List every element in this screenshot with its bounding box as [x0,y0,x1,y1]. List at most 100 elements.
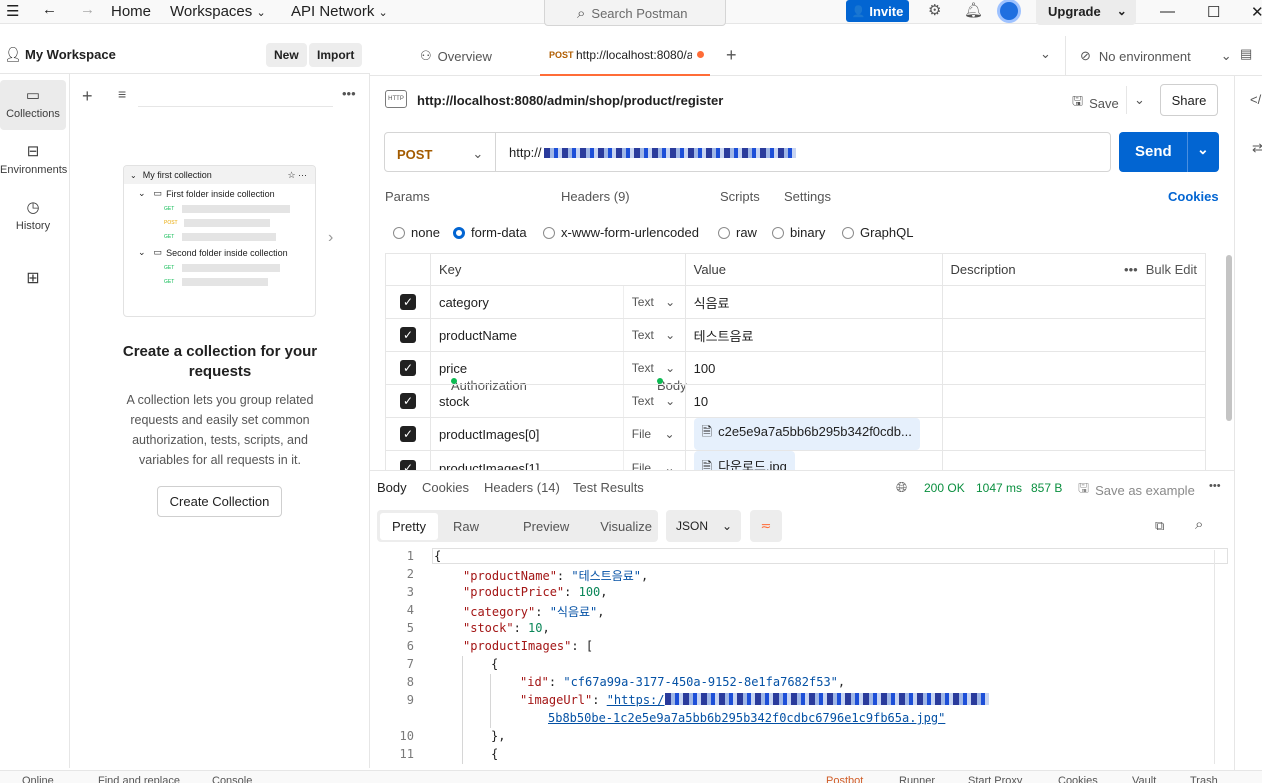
tab-params[interactable]: Params [385,189,430,204]
back-arrow-icon[interactable]: ← [42,1,57,18]
row-value[interactable]: 식음료 [684,285,943,319]
row-checkbox[interactable]: ✓ [399,294,416,310]
row-description[interactable] [941,285,1207,319]
row-type-select[interactable]: Text ⌄ [622,318,686,352]
tab-post-request[interactable]: POST http://localhost:8080/a [540,36,710,76]
avatar[interactable] [997,0,1021,23]
import-button[interactable]: Import [309,43,363,67]
row-key[interactable]: productImages[1] [429,450,624,470]
search-icon[interactable]: ⌕ [1195,516,1203,533]
chevron-down-icon[interactable]: ⌄ [1197,141,1209,158]
upgrade-button[interactable]: Upgrade ⌄ [1036,0,1136,25]
json-url[interactable]: "https:/ [607,693,665,707]
more-options-icon[interactable]: ••• [342,86,356,101]
row-type-select[interactable]: Text ⌄ [622,285,686,319]
radio-binary[interactable]: binary [772,225,825,240]
minimize-icon[interactable]: — [1160,3,1175,20]
row-value[interactable]: 100 [684,351,943,385]
start-proxy-button[interactable]: Start Proxy [968,775,1022,783]
view-preview[interactable]: Preview [523,519,569,534]
row-description[interactable] [941,384,1207,418]
row-value[interactable]: 테스트음료 [684,318,943,352]
chevron-down-icon[interactable]: ⌄ [1117,4,1127,18]
response-body-code[interactable]: 1 2 3 4 5 6 7 8 9 10 11 { "productName":… [370,546,1228,768]
configure-sidebar-icon[interactable]: ⊞ [0,268,66,288]
row-checkbox[interactable]: ✓ [399,393,416,409]
url-input[interactable]: http:// [509,145,796,160]
row-description[interactable] [941,450,1207,470]
format-select[interactable]: JSON ⌄ [666,510,741,542]
save-button[interactable]: 🖫 Save [1072,92,1119,114]
row-checkbox[interactable]: ✓ [399,426,416,442]
code-icon[interactable]: </ [1250,92,1261,107]
row-description[interactable] [941,351,1207,385]
forward-arrow-icon[interactable]: → [80,1,95,18]
sidebar-item-history[interactable]: ◷ History [0,198,66,232]
radio-raw[interactable]: raw [718,225,757,240]
runner-button[interactable]: Runner [899,775,935,783]
chevron-right-icon[interactable]: › [328,229,333,247]
file-chip[interactable]: 🗎 c2e5e9a7a5bb6b295b342f0cdb... [693,418,920,450]
request-title[interactable]: http://localhost:8080/admin/shop/product… [417,93,723,108]
response-time[interactable]: 1047 ms [976,481,1022,495]
more-options-icon[interactable]: ••• [1209,480,1221,492]
method-select[interactable]: POST ⌄ [397,146,483,162]
new-button[interactable]: New [266,43,307,67]
api-network-menu[interactable]: API Network ⌄ [291,3,388,20]
maximize-icon[interactable]: ☐ [1207,3,1220,21]
search-input[interactable]: ⌕ Search Postman [544,0,726,26]
invite-button[interactable]: 👤 Invite [846,0,909,22]
tab-headers[interactable]: Headers (9) [561,189,630,204]
save-options-chevron-icon[interactable]: ⌄ [1134,92,1145,108]
close-icon[interactable]: ✕ [1251,3,1262,21]
row-checkbox[interactable]: ✓ [399,327,416,343]
radio-graphql[interactable]: GraphQL [842,225,913,240]
tab-overview[interactable]: ⚇ Overview [420,48,492,64]
view-raw[interactable]: Raw [453,519,479,534]
copy-icon[interactable]: ⧉ [1155,518,1164,534]
more-options-icon[interactable]: ••• [1124,262,1138,277]
add-icon[interactable]: + [82,86,93,107]
sidebar-item-collections[interactable]: ▭ Collections [0,80,66,130]
cookies-button[interactable]: Cookies [1058,775,1098,783]
workspace-name[interactable]: My Workspace [25,47,116,62]
row-checkbox[interactable]: ✓ [399,360,416,376]
row-key[interactable]: price [429,351,624,385]
radio-form-data[interactable]: form-data [453,225,527,240]
home-link[interactable]: Home [111,3,151,20]
response-status[interactable]: 200 OK [924,481,965,495]
console-button[interactable]: Console [212,775,252,783]
bulk-edit-button[interactable]: ••• Bulk Edit [1124,262,1197,277]
status-online[interactable]: Online [22,775,54,783]
row-type-select[interactable]: File ⌄ [622,417,686,451]
tabs-dropdown-icon[interactable]: ⌄ [1040,46,1051,62]
row-type-select[interactable]: File ⌄ [622,450,686,470]
environment-quick-look-icon[interactable]: ▤ [1240,46,1252,62]
json-url[interactable]: 5b8b50be-1c2e5e9a7a5bb6b295b342f0cdbc679… [548,711,945,725]
response-tab-headers[interactable]: Headers (14) [484,480,560,495]
cookies-link[interactable]: Cookies [1168,189,1219,204]
row-type-select[interactable]: Text ⌄ [622,351,686,385]
row-description[interactable] [941,318,1207,352]
view-pretty[interactable]: Pretty [380,512,438,540]
tab-scripts[interactable]: Scripts [720,189,760,204]
radio-urlencoded[interactable]: x-www-form-urlencoded [543,225,699,240]
view-visualize[interactable]: Visualize [600,519,652,534]
sidebar-item-environments[interactable]: ⊟ Environments [0,142,67,176]
settings-gear-icon[interactable]: ⚙ [928,1,941,19]
new-tab-icon[interactable]: + [726,45,737,66]
response-tab-test-results[interactable]: Test Results [573,480,644,495]
row-key[interactable]: stock [429,384,624,418]
trash-button[interactable]: Trash [1190,775,1218,783]
response-tab-body[interactable]: Body [377,480,407,495]
globe-icon[interactable]: 🌐︎ [896,479,907,496]
save-as-example-button[interactable]: 🖫 Save as example [1078,479,1195,501]
notification-bell-icon[interactable]: 🔔︎ [964,1,983,19]
related-icon[interactable]: ⇄ [1252,140,1262,156]
file-chip[interactable]: 🗎 다운로드.jpg [693,451,795,470]
filter-icon[interactable]: ≡ [118,86,126,102]
find-and-replace[interactable]: Find and replace [98,775,180,783]
share-button[interactable]: Share [1160,84,1218,116]
postbot-button[interactable]: Postbot [826,775,863,783]
row-key[interactable]: productName [429,318,624,352]
